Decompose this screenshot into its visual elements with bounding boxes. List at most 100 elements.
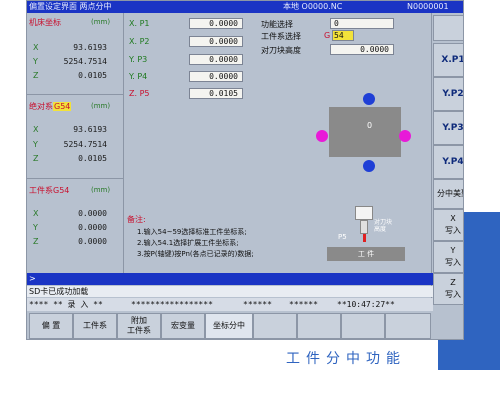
caption: 工件分中功能 xyxy=(286,351,406,367)
absolute-y-axis: Y xyxy=(33,140,38,149)
workpiece-block: 0 xyxy=(329,107,401,157)
machine-coord-label: 机床坐标 xyxy=(29,18,61,27)
mode-indicator: **** ** 录 入 ** xyxy=(29,300,103,309)
softkey-blank[interactable] xyxy=(385,313,431,339)
status-field: ***************** xyxy=(131,300,213,309)
status-message: SD卡已成功加载 xyxy=(27,286,433,297)
page: 偏置设定界面 两点分中 本地 O0000.NC N0000001 机床坐标 (m… xyxy=(0,0,500,410)
workpiece-x-axis: X xyxy=(33,209,39,218)
screen-title: 偏置设定界面 两点分中 xyxy=(29,2,112,11)
softkey-extended-wcs[interactable]: 附加 工件系 xyxy=(117,313,161,339)
softkey-y-write[interactable]: Y 写入 xyxy=(433,241,463,273)
point-p3-value[interactable]: 0.0000 xyxy=(189,54,243,65)
machine-z-axis: Z xyxy=(33,71,39,80)
softkey-blank[interactable] xyxy=(297,313,341,339)
function-select-label: 功能选择 xyxy=(261,20,293,29)
point-p1-label: X. P1 xyxy=(129,19,150,28)
machine-y-value: 5254.7514 xyxy=(63,57,107,66)
workpiece-unit: (mm) xyxy=(91,186,111,194)
function-select-input[interactable]: 0 xyxy=(330,18,394,29)
softkey-offset[interactable]: 偏 置 xyxy=(29,313,73,339)
clock: **10:47:27** xyxy=(337,300,395,309)
softkey-xp1[interactable]: X.P1 xyxy=(433,43,463,77)
notes-panel: 备注: 1.输入54~59选择标准工件坐标系; 2.输入54.1选择扩展工件坐标… xyxy=(127,214,313,270)
probe-point-right xyxy=(399,130,411,142)
softkey-wcs[interactable]: 工件系 xyxy=(73,313,117,339)
machine-x-value: 93.6193 xyxy=(73,43,107,52)
workpiece-z-axis: Z xyxy=(33,237,39,246)
probe-point-top xyxy=(363,93,375,105)
tool-block-height-label: 对刀块高度 xyxy=(261,46,301,55)
separator xyxy=(27,178,123,179)
softkey-macro-vars[interactable]: 宏变量 xyxy=(161,313,205,339)
divider-right xyxy=(431,13,432,311)
absolute-z-value: 0.0105 xyxy=(78,154,107,163)
input-bar[interactable]: > xyxy=(27,273,433,285)
softkey-center-find[interactable]: 坐标分中 xyxy=(205,313,253,339)
cnc-screen: 偏置设定界面 两点分中 本地 O0000.NC N0000001 机床坐标 (m… xyxy=(26,0,464,340)
workpiece-base: 工 件 xyxy=(327,247,405,261)
spindle-icon xyxy=(355,206,373,220)
workpiece-y-value: 0.0000 xyxy=(78,223,107,232)
workpiece-coord-label: 工件系G54 xyxy=(29,185,69,196)
status-field: ****** xyxy=(289,300,318,309)
tool-icon xyxy=(360,220,368,234)
workpiece-label-text: 工件系 xyxy=(29,186,53,195)
notes-line: 3.按P(轴键)按Pn(各点已记录的)数据; xyxy=(137,250,254,258)
machine-x-axis: X xyxy=(33,43,39,52)
absolute-x-axis: X xyxy=(33,125,39,134)
status-row: **** ** 录 入 ** ***************** ****** … xyxy=(27,298,433,311)
tool-block-height-input[interactable]: 0.0000 xyxy=(330,44,394,55)
absolute-y-value: 5254.7514 xyxy=(63,140,107,149)
wcs-prefix: G xyxy=(324,31,331,40)
notes-line: 1.输入54~59选择标准工件坐标系; xyxy=(137,228,247,236)
wcs-select-label: 工件系选择 xyxy=(261,32,301,41)
point-p1-value[interactable]: 0.0000 xyxy=(189,18,243,29)
softkey-blank[interactable] xyxy=(253,313,297,339)
softkey-center-calc[interactable]: 分中美聚 xyxy=(433,179,463,209)
softkey-blank[interactable] xyxy=(341,313,385,339)
point-p2-label: X. P2 xyxy=(129,37,150,46)
softkey-yp2[interactable]: Y.P2 xyxy=(433,77,463,111)
workpiece-offset-badge: G54 xyxy=(53,186,70,195)
program-name: 本地 O0000.NC xyxy=(283,2,343,11)
softkey-z-write[interactable]: Z 写入 xyxy=(433,273,463,305)
status-field: ****** xyxy=(243,300,272,309)
tool-tip-icon xyxy=(363,234,366,242)
notes-title: 备注: xyxy=(127,215,146,224)
absolute-label-text: 绝对系 xyxy=(29,102,53,111)
absolute-coord-label: 绝对系G54 xyxy=(29,101,72,112)
softkey-yp3[interactable]: Y.P3 xyxy=(433,111,463,145)
center-mark: 0 xyxy=(367,121,373,130)
absolute-x-value: 93.6193 xyxy=(73,125,107,134)
notes-line: 2.输入54.1选择扩展工件坐标系; xyxy=(137,239,239,247)
workpiece-x-value: 0.0000 xyxy=(78,209,107,218)
absolute-unit: (mm) xyxy=(91,102,111,110)
point-p4-value[interactable]: 0.0000 xyxy=(189,71,243,82)
separator xyxy=(27,94,123,95)
point-p4-label: Y. P4 xyxy=(129,72,148,81)
block-number: N0000001 xyxy=(407,2,449,11)
p5-label: P5 xyxy=(338,233,347,241)
title-bar: 偏置设定界面 两点分中 本地 O0000.NC N0000001 xyxy=(27,1,463,13)
point-p5-value[interactable]: 0.0105 xyxy=(189,88,243,99)
workpiece-z-value: 0.0000 xyxy=(78,237,107,246)
probe-point-left xyxy=(316,130,328,142)
machine-y-axis: Y xyxy=(33,57,38,66)
machine-unit: (mm) xyxy=(91,18,111,26)
softkey-x-write[interactable]: X 写入 xyxy=(433,209,463,241)
workpiece-y-axis: Y xyxy=(33,223,38,232)
softkey-yp4[interactable]: Y.P4 xyxy=(433,145,463,179)
softkey-blank[interactable] xyxy=(433,15,463,41)
absolute-z-axis: Z xyxy=(33,154,39,163)
tool-block-note: 对刀块高度 xyxy=(374,219,393,233)
divider-left xyxy=(123,13,124,273)
wcs-select-input[interactable]: 54 xyxy=(332,30,354,41)
point-p2-value[interactable]: 0.0000 xyxy=(189,36,243,47)
probe-point-bottom xyxy=(363,160,375,172)
point-p3-label: Y. P3 xyxy=(129,55,148,64)
machine-z-value: 0.0105 xyxy=(78,71,107,80)
point-p5-label: Z. P5 xyxy=(129,89,150,98)
prompt-cursor: > xyxy=(29,274,36,283)
absolute-offset-badge: G54 xyxy=(53,102,72,111)
